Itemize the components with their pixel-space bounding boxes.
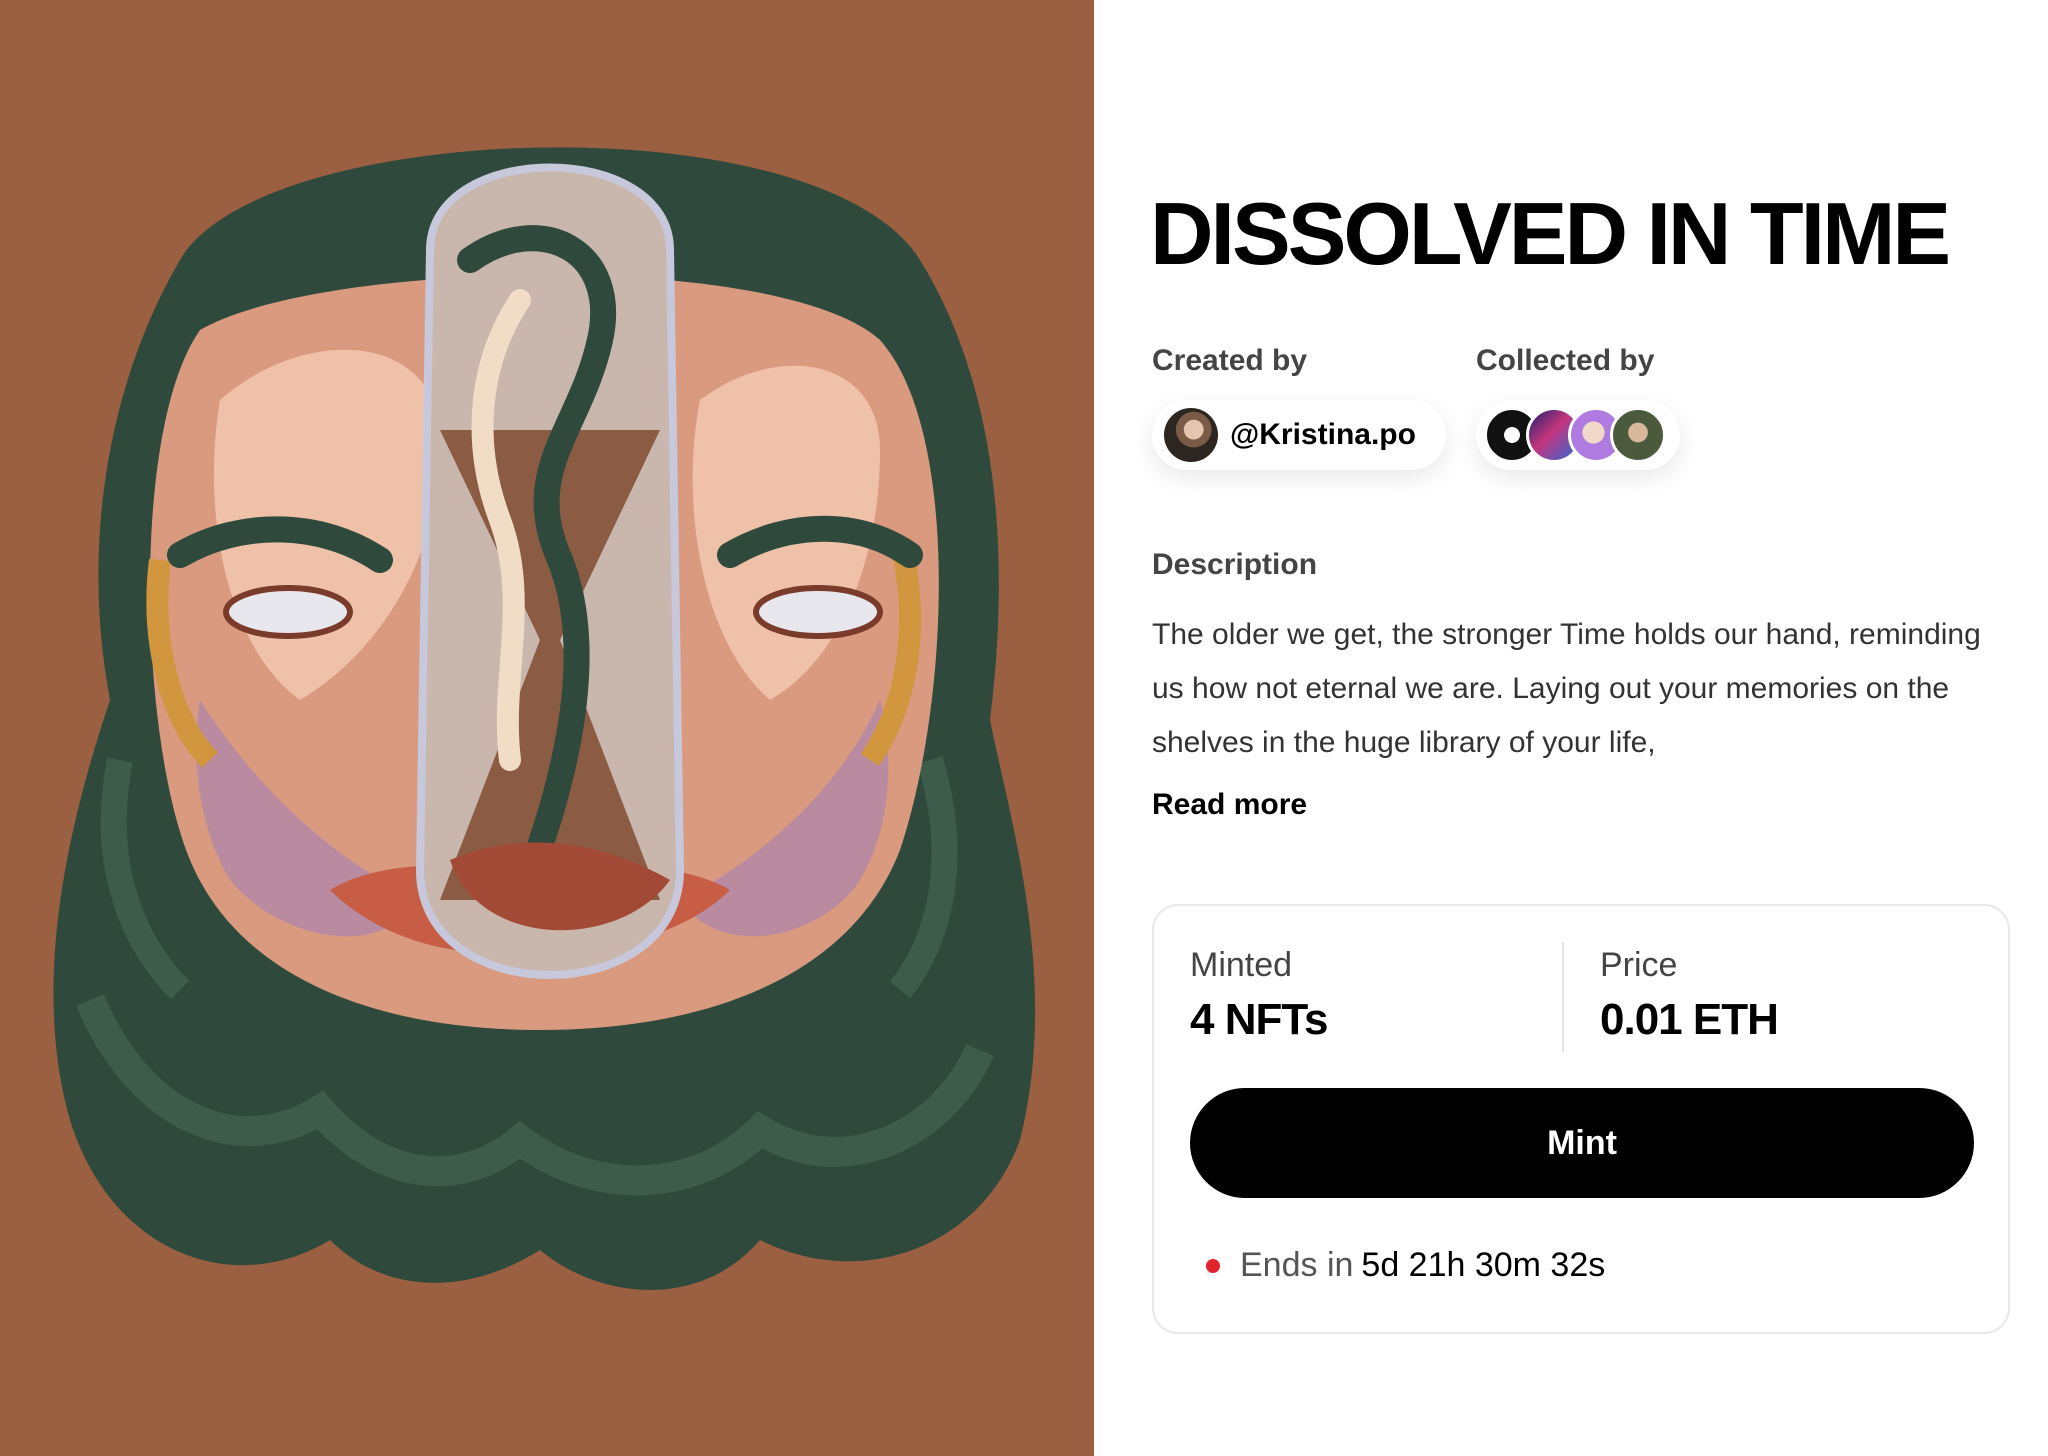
stat-divider <box>1562 942 1564 1052</box>
mint-card: Minted 4 NFTs Price 0.01 ETH Mint Ends i… <box>1152 904 2010 1334</box>
created-by-label: Created by <box>1152 344 1308 377</box>
collected-by-label: Collected by <box>1476 344 1655 377</box>
minted-label: Minted <box>1190 946 1293 984</box>
creator-handle: @Kristina.po <box>1230 418 1416 451</box>
ends-label: Ends in <box>1240 1246 1354 1284</box>
description-text: The older we get, the stronger Time hold… <box>1152 618 1981 759</box>
nft-title: DISSOLVED IN TIME <box>1150 184 1951 283</box>
minted-value: 4 NFTs <box>1190 995 1328 1044</box>
portrait-painting <box>0 0 1094 1456</box>
description-label: Description <box>1152 548 1318 581</box>
price-label: Price <box>1600 946 1678 984</box>
price-value: 0.01 ETH <box>1600 995 1779 1044</box>
price-stat: Price 0.01 ETH <box>1600 946 1779 1045</box>
creator-avatar <box>1164 408 1218 462</box>
read-more-link[interactable]: Read more <box>1152 788 1307 822</box>
live-status-dot-icon <box>1206 1258 1220 1273</box>
ends-countdown-value: 5d 21h 30m 32s <box>1361 1246 1606 1284</box>
minted-stat: Minted 4 NFTs <box>1190 946 1328 1045</box>
nft-page: DISSOLVED IN TIME Created by @Kristina.p… <box>0 0 2048 1456</box>
mint-button[interactable]: Mint <box>1190 1088 1974 1198</box>
collector-avatar[interactable] <box>1610 407 1666 463</box>
countdown: Ends in 5d 21h 30m 32s <box>1206 1246 1605 1285</box>
detail-panel: DISSOLVED IN TIME Created by @Kristina.p… <box>1094 0 2048 1456</box>
collectors-chip[interactable] <box>1476 400 1680 470</box>
creator-chip[interactable]: @Kristina.po <box>1152 400 1446 470</box>
artwork-image <box>0 0 1094 1456</box>
